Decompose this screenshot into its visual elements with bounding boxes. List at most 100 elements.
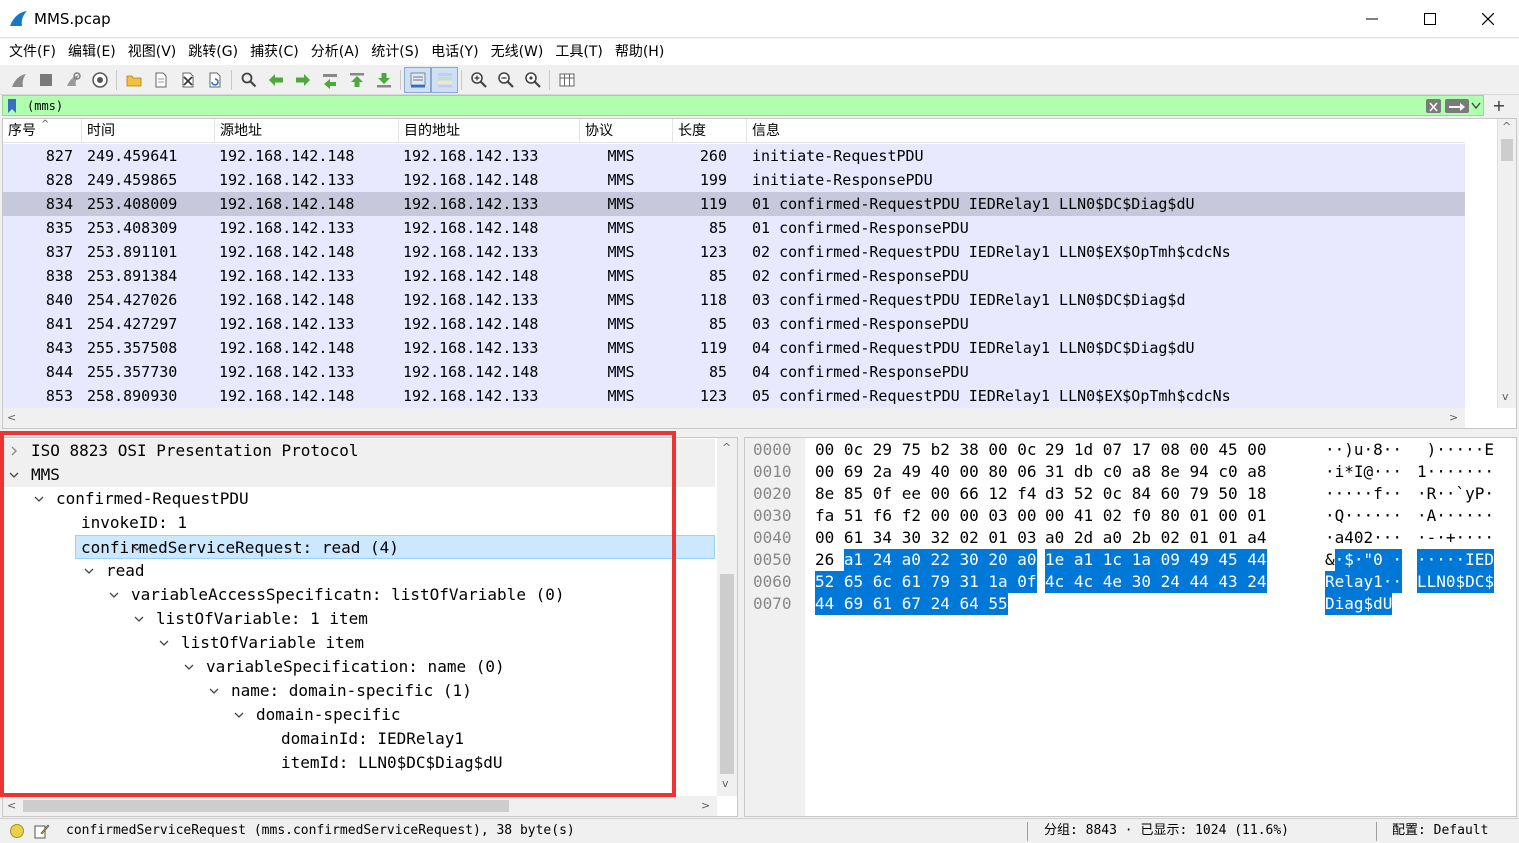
chevron-down-icon[interactable]: [107, 583, 121, 607]
detail-tree-item[interactable]: variableSpecification: name (0): [3, 655, 715, 679]
detail-tree-item[interactable]: domain-specific: [3, 703, 715, 727]
zoom-reset-button[interactable]: [519, 67, 546, 93]
maximize-button[interactable]: [1401, 0, 1459, 38]
hex-dump[interactable]: 00 61 34 30 32 02 01 03: [815, 527, 1037, 549]
file-button[interactable]: [147, 67, 174, 93]
close-file-button[interactable]: [174, 67, 201, 93]
hex-dump[interactable]: 29 1d 07 17 08 00 45 00: [1045, 439, 1267, 461]
hex-dump[interactable]: 26: [815, 549, 844, 571]
restart-button[interactable]: [59, 67, 86, 93]
zoom-in-button[interactable]: [465, 67, 492, 93]
ascii-dump[interactable]: ·a402···: [1325, 527, 1402, 549]
chevron-up-icon[interactable]: ^: [1502, 121, 1511, 133]
menu-item[interactable]: 文件(F): [3, 39, 62, 65]
pane-splitter[interactable]: [0, 429, 1519, 437]
ascii-dump[interactable]: ·Q······: [1325, 505, 1402, 527]
ascii-dump-selected[interactable]: Diag$dU: [1325, 593, 1393, 615]
detail-tree-item[interactable]: domainId: IEDRelay1: [3, 727, 715, 751]
packet-row[interactable]: 834 253.408009 192.168.142.148 192.168.142.…: [3, 192, 1465, 216]
chevron-down-icon[interactable]: [82, 559, 96, 583]
display-filter-input[interactable]: (mms): [2, 95, 1484, 116]
menu-item[interactable]: 工具(T): [549, 39, 608, 65]
packet-list-vscrollbar[interactable]: ^ v: [1497, 119, 1516, 408]
detail-tree-item[interactable]: read: [3, 559, 715, 583]
packet-row[interactable]: 828 249.459865 192.168.142.133 192.168.142.…: [3, 168, 1465, 192]
detail-tree-item[interactable]: itemId: LLN0$DC$Diag$dU: [3, 751, 715, 775]
ascii-dump[interactable]: 1·······: [1417, 461, 1494, 483]
ascii-dump-selected[interactable]: ·····IED: [1417, 549, 1495, 571]
packet-row[interactable]: 827 249.459641 192.168.142.148 192.168.142.…: [3, 144, 1465, 168]
ascii-dump[interactable]: )·····E: [1417, 439, 1494, 461]
hex-dump-selected[interactable]: 4c 4c 4e 30 24 44 43 24: [1045, 571, 1267, 593]
chevron-left-icon[interactable]: <: [7, 412, 16, 424]
hex-dump-selected[interactable]: 44 69 61 67 24 64 55: [815, 593, 1008, 615]
detail-tree-item[interactable]: variableAccessSpecificatn: listOfVariabl…: [3, 583, 715, 607]
ascii-dump[interactable]: ·i*I@···: [1325, 461, 1402, 483]
chevron-left-icon[interactable]: <: [7, 800, 16, 812]
chevron-down-icon[interactable]: v: [1502, 391, 1509, 403]
packet-row[interactable]: 837 253.891101 192.168.142.148 192.168.142.…: [3, 240, 1465, 264]
ascii-dump[interactable]: ·R··`yP·: [1417, 483, 1494, 505]
chevron-down-icon[interactable]: [7, 463, 21, 487]
menu-item[interactable]: 分析(A): [305, 39, 366, 65]
first-packet-button[interactable]: [343, 67, 370, 93]
hex-dump[interactable]: 00 69 2a 49 40 00 80 06: [815, 461, 1037, 483]
menu-item[interactable]: 统计(S): [365, 39, 425, 65]
ascii-dump-selected[interactable]: Relay1··: [1325, 571, 1403, 593]
menu-item[interactable]: 跳转(G): [182, 39, 244, 65]
apply-filter-button[interactable]: [1445, 99, 1469, 113]
packet-row[interactable]: 835 253.408309 192.168.142.133 192.168.142.…: [3, 216, 1465, 240]
column-header-destination[interactable]: 目的地址: [399, 119, 580, 143]
chevron-down-icon[interactable]: [232, 703, 246, 727]
packet-list-hscrollbar[interactable]: < >: [3, 408, 1465, 428]
shark-fin-start-button[interactable]: [5, 67, 32, 93]
hex-dump-selected[interactable]: 52 65 6c 61 79 31 1a 0f: [815, 571, 1037, 593]
chevron-down-icon[interactable]: [182, 655, 196, 679]
packet-row[interactable]: 840 254.427026 192.168.142.148 192.168.142.…: [3, 288, 1465, 312]
hex-dump-selected[interactable]: a1 24 a0 22 30 20 a0: [843, 549, 1037, 571]
scroll-thumb[interactable]: [1501, 139, 1513, 161]
detail-tree-item[interactable]: listOfVariable: 1 item: [3, 607, 715, 631]
zoom-out-button[interactable]: [492, 67, 519, 93]
add-filter-button[interactable]: +: [1489, 95, 1509, 116]
ascii-dump[interactable]: ·····f··: [1325, 483, 1402, 505]
capture-comment-icon[interactable]: [34, 823, 50, 839]
packet-row[interactable]: 841 254.427297 192.168.142.133 192.168.142.…: [3, 312, 1465, 336]
chevron-right-icon[interactable]: [7, 439, 21, 463]
packet-row[interactable]: 853 258.890930 192.168.142.148 192.168.142.…: [3, 384, 1465, 408]
stop-button[interactable]: [32, 67, 59, 93]
detail-tree-item[interactable]: listOfVariable item: [3, 631, 715, 655]
details-hscrollbar[interactable]: < >: [3, 796, 717, 816]
scroll-thumb[interactable]: [720, 574, 734, 774]
hex-dump[interactable]: fa 51 f6 f2 00 00 03 00: [815, 505, 1037, 527]
hex-dump[interactable]: 8e 85 0f ee 00 66 12 f4: [815, 483, 1037, 505]
hex-dump-selected[interactable]: 1e a1 1c 1a 09 49 45 44: [1045, 549, 1267, 571]
clear-filter-button[interactable]: [1426, 99, 1441, 113]
minimize-button[interactable]: [1343, 0, 1401, 38]
back-arrow-button[interactable]: [262, 67, 289, 93]
hex-dump[interactable]: 00 41 02 f0 80 01 00 01: [1045, 505, 1267, 527]
packet-row[interactable]: 844 255.357730 192.168.142.133 192.168.142.…: [3, 360, 1465, 384]
column-header-info[interactable]: 信息: [747, 119, 1465, 143]
close-button[interactable]: [1459, 0, 1517, 38]
ascii-dump[interactable]: ·A······: [1417, 505, 1494, 527]
forward-arrow-button[interactable]: [289, 67, 316, 93]
hex-dump[interactable]: 00 0c 29 75 b2 38 00 0c: [815, 439, 1037, 461]
column-header-source[interactable]: 源地址: [215, 119, 399, 143]
scroll-thumb[interactable]: [23, 800, 509, 812]
detail-tree-item[interactable]: invokeID: 1: [3, 511, 715, 535]
details-vscrollbar[interactable]: ^ v: [717, 438, 737, 796]
reload-button[interactable]: [201, 67, 228, 93]
expert-info-icon[interactable]: [10, 824, 24, 838]
packet-row[interactable]: 838 253.891384 192.168.142.133 192.168.142.…: [3, 264, 1465, 288]
chevron-right-icon[interactable]: >: [1449, 412, 1458, 424]
column-header-no[interactable]: 序号 ^: [3, 119, 82, 143]
last-packet-button[interactable]: [370, 67, 397, 93]
ascii-dump[interactable]: &: [1325, 549, 1335, 571]
ascii-dump[interactable]: ·-·+····: [1417, 527, 1494, 549]
ascii-dump[interactable]: ··)u·8··: [1325, 439, 1402, 461]
column-header-time[interactable]: 时间: [82, 119, 215, 143]
detail-tree-item[interactable]: name: domain-specific (1): [3, 679, 715, 703]
hex-dump[interactable]: d3 52 0c 84 60 79 50 18: [1045, 483, 1267, 505]
chevron-down-icon[interactable]: [207, 679, 221, 703]
